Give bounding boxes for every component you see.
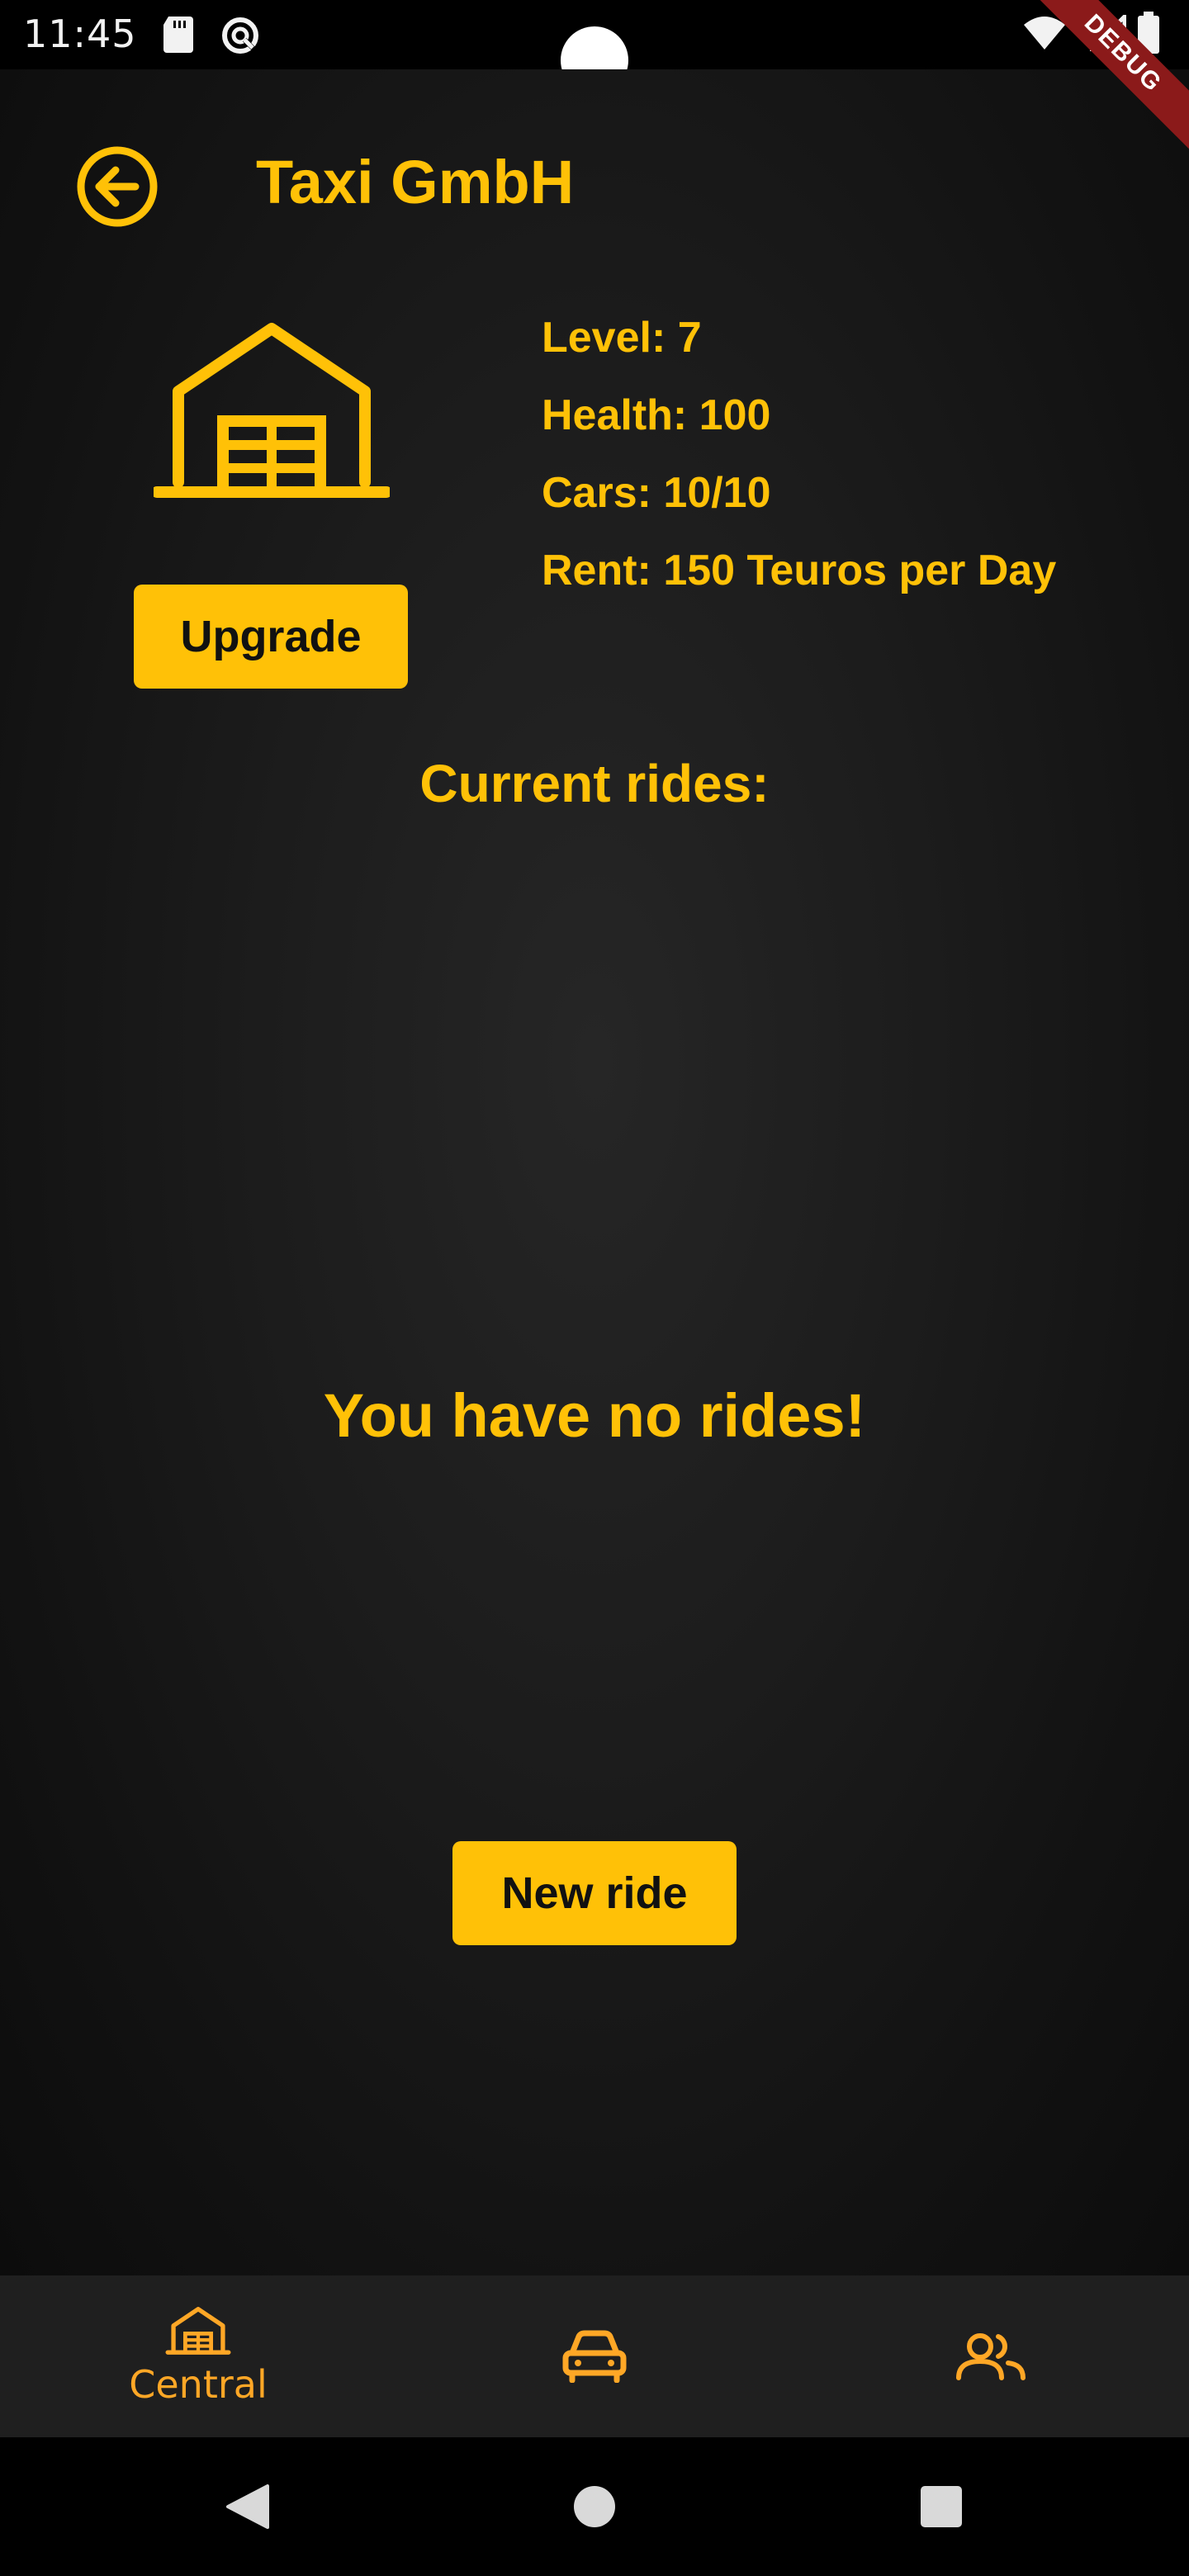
- wifi-icon: [1024, 15, 1065, 55]
- app-screen: Taxi GmbH Upgrade Level: 7 Health: 100 C…: [0, 69, 1189, 2275]
- level-stat: Level: 7: [542, 314, 702, 362]
- health-stat: Health: 100: [542, 391, 771, 439]
- system-back-button[interactable]: [206, 2437, 289, 2576]
- new-ride-button[interactable]: New ride: [452, 1841, 737, 1945]
- triangle-back-icon: [226, 2484, 269, 2529]
- rent-stat: Rent: 150 Teuros per Day: [542, 547, 1057, 594]
- auto-rotate-icon: [220, 15, 261, 60]
- nav-item-people[interactable]: [793, 2275, 1189, 2437]
- central-stats: Level: 7 Health: 100 Cars: 10/10 Rent: 1…: [542, 299, 1056, 609]
- nav-item-central[interactable]: Central: [0, 2275, 396, 2437]
- back-button[interactable]: [76, 145, 159, 228]
- circle-home-icon: [574, 2486, 615, 2527]
- upgrade-button[interactable]: Upgrade: [134, 585, 408, 689]
- system-nav-bar: [0, 2437, 1189, 2576]
- arrow-left-circle-icon: [77, 146, 158, 227]
- people-icon: [956, 2333, 1026, 2380]
- square-recents-icon: [921, 2486, 962, 2527]
- car-icon: [562, 2330, 627, 2383]
- page-title: Taxi GmbH: [256, 148, 575, 216]
- nav-label-central: Central: [129, 2362, 268, 2407]
- cars-stat: Cars: 10/10: [542, 469, 771, 517]
- status-bar: 11:45 DEBUG: [0, 0, 1189, 180]
- warehouse-icon: [165, 2307, 231, 2355]
- nav-item-cars[interactable]: [396, 2275, 793, 2437]
- empty-rides-message: You have no rides!: [323, 1381, 866, 1450]
- system-recents-button[interactable]: [900, 2437, 983, 2576]
- rides-heading: Current rides:: [419, 754, 770, 813]
- sd-card-icon: [162, 17, 195, 57]
- warehouse-icon: [151, 317, 392, 510]
- status-time: 11:45: [23, 12, 137, 56]
- bottom-nav: Central: [0, 2275, 1189, 2437]
- system-home-button[interactable]: [553, 2437, 636, 2576]
